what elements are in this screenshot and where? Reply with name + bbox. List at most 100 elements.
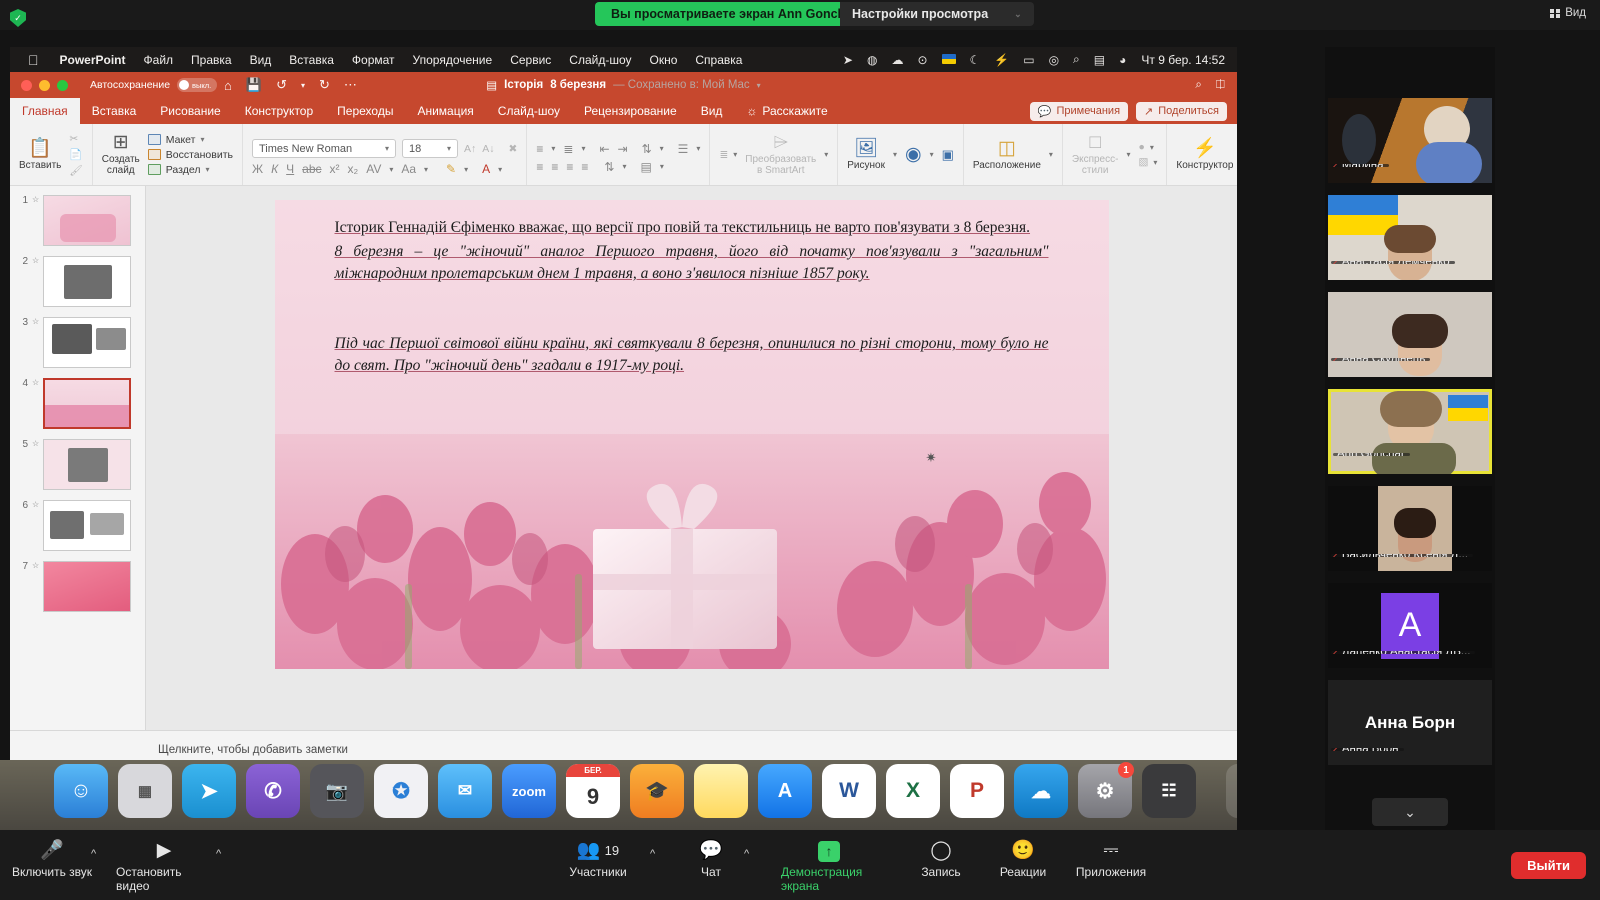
more-icon[interactable]: ⋯ xyxy=(337,77,364,93)
tab-transitions[interactable]: Переходы xyxy=(325,98,405,124)
copy-icon[interactable]: 📄 xyxy=(69,148,82,161)
slide-thumbnail-6[interactable]: 6 ☆ xyxy=(10,497,145,554)
dock-item-word[interactable]: W xyxy=(822,764,876,818)
menu-app-powerpoint[interactable]: PowerPoint xyxy=(51,53,135,67)
layout-button[interactable]: Макет ▾ xyxy=(147,134,233,146)
change-case-button[interactable]: Aa xyxy=(401,162,416,176)
subscript-button[interactable]: x₂ xyxy=(348,162,359,176)
unmute-button[interactable]: 🎤 Включить звук xyxy=(4,840,100,880)
reset-button[interactable]: Восстановить xyxy=(147,149,233,161)
window-traffic-lights[interactable] xyxy=(10,79,68,91)
apps-button[interactable]: ⎓ Приложения xyxy=(1063,840,1159,880)
shape-effects-icon[interactable]: ▧ ▾ xyxy=(1138,156,1157,168)
search-icon[interactable]: ⌕ xyxy=(1066,52,1087,67)
dock-item-mail[interactable]: ✉ xyxy=(438,764,492,818)
account-icon[interactable]: ⎅ xyxy=(1216,79,1225,92)
bluetooth-off-icon[interactable]: ⚡ xyxy=(987,53,1016,67)
font-name-select[interactable]: Times New Roman ▾ xyxy=(252,139,396,158)
user-icon[interactable]: ◕ xyxy=(1112,53,1133,67)
increase-font-icon[interactable]: A↑ xyxy=(464,143,476,155)
menu-window[interactable]: Окно xyxy=(641,53,687,67)
align-right-icon[interactable]: ≡ xyxy=(566,160,573,174)
text-direction-icon[interactable]: ⇅ xyxy=(604,160,614,174)
dock-item-excel[interactable]: X xyxy=(886,764,940,818)
align-left-icon[interactable]: ≡ xyxy=(536,160,543,174)
underline-button[interactable]: Ч xyxy=(286,162,294,176)
menu-arrange[interactable]: Упорядочение xyxy=(404,53,502,67)
shapes-icon[interactable]: ◉ xyxy=(905,145,922,164)
line-spacing-icon[interactable]: ⇅ xyxy=(642,142,652,156)
search-icon[interactable]: ⌕ xyxy=(1195,79,1201,92)
dock-item-powerpoint[interactable]: P xyxy=(950,764,1004,818)
text-box-icon[interactable]: ▣ xyxy=(942,147,954,163)
notes-pane[interactable]: Щелкните, чтобы добавить заметки xyxy=(10,730,1237,760)
dock-item-telegram[interactable]: ➤ xyxy=(182,764,236,818)
dock-item-calendar[interactable]: БЕР. 9 xyxy=(566,764,620,818)
tab-home[interactable]: Главная xyxy=(10,98,80,124)
tab-design[interactable]: Конструктор xyxy=(233,98,325,124)
menubar-clock[interactable]: Чт 9 бер. 14:52 xyxy=(1133,53,1229,67)
bold-button[interactable]: Ж xyxy=(252,162,263,176)
autosave-toggle[interactable]: Автосохранение выкл. xyxy=(90,78,218,92)
slide-thumbnail-5[interactable]: 5 ☆ xyxy=(10,436,145,493)
stop-video-button[interactable]: ▶ Остановить видео xyxy=(116,840,212,894)
dock-item-screenshot[interactable]: 📷 xyxy=(310,764,364,818)
font-size-select[interactable]: 18 ▾ xyxy=(402,139,458,158)
picture-button[interactable]: 🖼 Рисунок xyxy=(847,139,885,171)
dock-item-onedrive[interactable]: ☁ xyxy=(1014,764,1068,818)
menu-tools[interactable]: Сервис xyxy=(501,53,560,67)
decrease-indent-icon[interactable]: ⇤ xyxy=(599,142,609,156)
slide-thumbnail-7[interactable]: 7 ☆ xyxy=(10,558,145,615)
autosave-switch[interactable]: выкл. xyxy=(177,78,218,92)
cut-icon[interactable]: ✂ xyxy=(69,133,82,145)
increase-indent-icon[interactable]: ⇥ xyxy=(618,142,628,156)
undo-icon[interactable]: ↺ xyxy=(269,77,294,93)
tab-animation[interactable]: Анимация xyxy=(405,98,485,124)
slide-thumbnail-4[interactable]: 4 ☆ xyxy=(10,375,145,432)
close-icon[interactable] xyxy=(21,79,32,91)
dock-item-zoom[interactable]: zoom xyxy=(502,764,556,818)
arrange-button[interactable]: ◫ Расположение xyxy=(973,139,1041,171)
format-painter-icon[interactable]: 🖌 xyxy=(69,164,82,177)
tab-insert[interactable]: Вставка xyxy=(80,98,149,124)
battery-icon[interactable]: ▭ xyxy=(1016,53,1041,67)
dock-item-calculator[interactable]: ☷ xyxy=(1142,764,1196,818)
align-text-icon[interactable]: ▤ xyxy=(640,160,651,174)
participants-button[interactable]: 👥 19 Участники xyxy=(550,840,646,880)
participants-chevron-icon[interactable]: ^ xyxy=(650,848,655,860)
tab-view[interactable]: Вид xyxy=(689,98,735,124)
dock-item-trash[interactable]: 🗑 xyxy=(1226,764,1237,818)
minimize-icon[interactable] xyxy=(39,79,50,91)
slide-thumbnail-2[interactable]: 2 ☆ xyxy=(10,253,145,310)
menu-slideshow[interactable]: Слайд-шоу xyxy=(560,53,640,67)
columns-icon[interactable]: ☰ xyxy=(678,142,689,156)
current-slide[interactable]: Історик Геннадій Єфіменко вважає, що вер… xyxy=(274,200,1109,669)
display-icon[interactable]: ▤ xyxy=(1087,53,1112,67)
character-spacing-button[interactable]: AV xyxy=(366,162,381,176)
viber-icon[interactable]: ◍ xyxy=(860,53,884,67)
apple-menu-icon[interactable]:  xyxy=(28,52,39,68)
new-slide-button[interactable]: ⊞ Создать слайд xyxy=(102,133,140,176)
justify-icon[interactable]: ≡ xyxy=(581,160,588,174)
audio-options-chevron-icon[interactable]: ^ xyxy=(91,848,96,860)
list-icon[interactable]: ≣ ▾ xyxy=(719,149,737,161)
scroll-down-button[interactable]: ⌄ xyxy=(1372,798,1448,826)
menu-insert[interactable]: Вставка xyxy=(280,53,343,67)
chevron-down-icon[interactable]: ▾ xyxy=(757,81,761,90)
tell-me-box[interactable]: ☼ Расскажите xyxy=(734,98,839,124)
participant-strip[interactable]: ∕ Марина ∕ Анастасія Демченко ∕ Анна Ску… xyxy=(1325,47,1495,830)
slide-thumbnail-panel[interactable]: 1 ☆ 2 ☆ 3 ☆ 4 ☆ 5 ☆ 6 ☆ 7 ☆ xyxy=(10,186,146,730)
save-icon[interactable]: 💾 xyxy=(239,77,269,93)
tab-slideshow[interactable]: Слайд-шоу xyxy=(486,98,572,124)
shape-fill-icon[interactable]: ● ▾ xyxy=(1138,141,1157,153)
play-icon[interactable]: ⊙ xyxy=(910,53,934,67)
align-center-icon[interactable]: ≡ xyxy=(551,160,558,174)
slide-stage[interactable]: Історик Геннадій Єфіменко вважає, що вер… xyxy=(146,186,1237,730)
dock-item-appstore[interactable]: A xyxy=(758,764,812,818)
font-color-icon[interactable]: A xyxy=(482,162,490,176)
quick-styles-button[interactable]: □ Экспресс-стили xyxy=(1072,133,1119,176)
home-icon[interactable]: ⌂ xyxy=(217,78,239,93)
slide-thumbnail-3[interactable]: 3 ☆ xyxy=(10,314,145,371)
numbering-icon[interactable]: ≣ xyxy=(563,142,573,156)
dock-item-moodle[interactable]: 🎓 xyxy=(630,764,684,818)
